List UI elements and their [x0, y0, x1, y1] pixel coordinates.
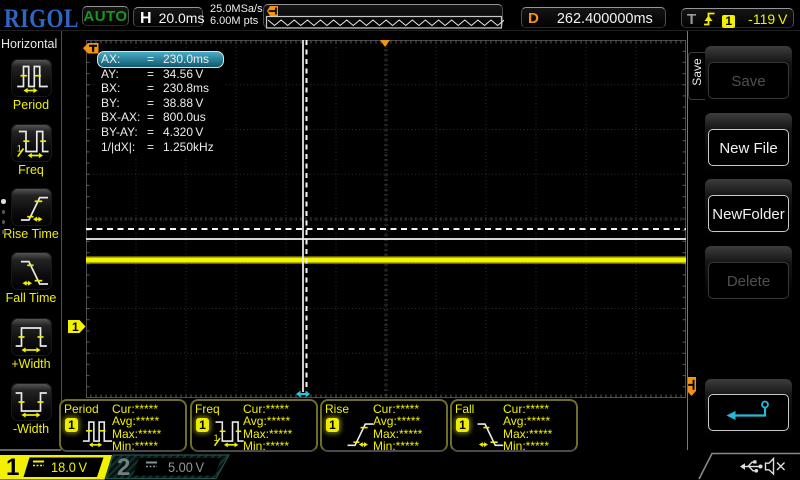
svg-text:5.00 V: 5.00 V — [168, 460, 204, 475]
svg-text:1: 1 — [6, 454, 19, 480]
svg-text:18.0 V: 18.0 V — [51, 459, 88, 475]
svg-text:1: 1 — [72, 320, 79, 333]
svg-text:2: 2 — [117, 454, 130, 480]
